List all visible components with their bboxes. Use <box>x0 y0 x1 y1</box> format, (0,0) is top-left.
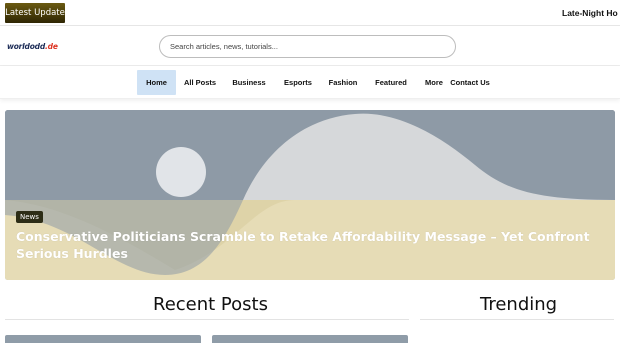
category-badge[interactable]: News <box>16 211 43 223</box>
site-header: worldodd .de <box>0 27 620 66</box>
logo-text: worldodd <box>7 41 46 51</box>
hero-title[interactable]: Conservative Politicians Scramble to Ret… <box>16 228 591 262</box>
nav-item-featured[interactable]: Featured <box>371 70 411 95</box>
top-bar: Latest Update Late-Night Ho <box>0 0 620 26</box>
site-logo[interactable]: worldodd .de <box>7 40 58 52</box>
main-nav: Home All Posts Business Esports Fashion … <box>0 66 620 99</box>
trending-heading: Trending <box>480 294 558 315</box>
nav-item-home[interactable]: Home <box>137 70 176 95</box>
trending-divider <box>420 319 614 320</box>
search-input[interactable] <box>159 35 456 58</box>
nav-item-fashion[interactable]: Fashion <box>326 70 360 95</box>
nav-item-more[interactable]: More <box>422 70 446 95</box>
recent-posts-heading: Recent Posts <box>153 294 268 315</box>
post-card-thumbnail[interactable] <box>212 335 408 343</box>
logo-suffix: .de <box>45 41 58 51</box>
recent-divider <box>5 319 409 320</box>
ticker-headline[interactable]: Late-Night Ho <box>562 8 618 18</box>
nav-item-all-posts[interactable]: All Posts <box>181 70 219 95</box>
post-card-thumbnail[interactable] <box>5 335 201 343</box>
nav-item-esports[interactable]: Esports <box>280 70 316 95</box>
nav-item-business[interactable]: Business <box>229 70 269 95</box>
nav-item-contact-us[interactable]: Contact Us <box>449 70 491 95</box>
latest-update-badge: Latest Update <box>5 3 65 23</box>
